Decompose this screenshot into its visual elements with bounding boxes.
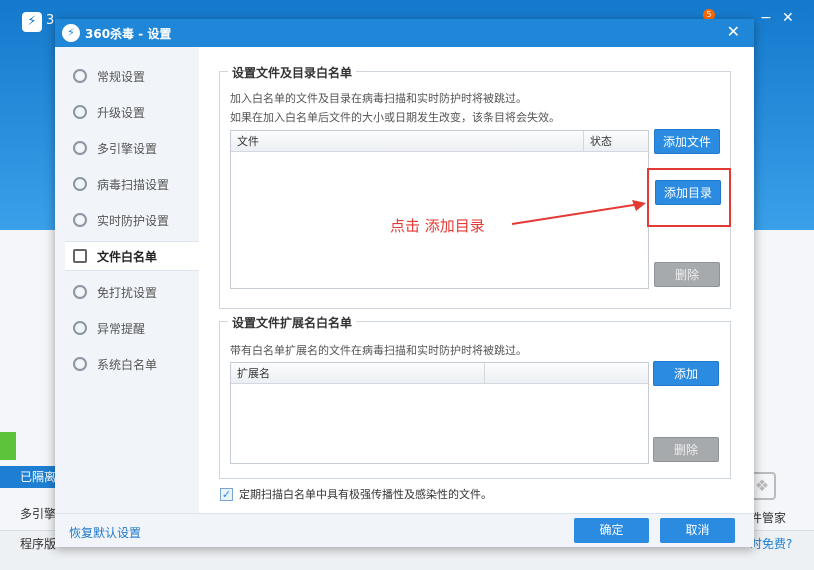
annotation-highlight-box xyxy=(647,168,731,227)
gear-icon xyxy=(73,69,87,83)
sidebar-item-system-whitelist[interactable]: 系统白名单 xyxy=(65,349,199,379)
bar-chart-icon xyxy=(73,321,87,335)
do-not-disturb-icon xyxy=(73,285,87,299)
sidebar-item-label: 多引擎设置 xyxy=(97,141,158,156)
sidebar-item-label: 升级设置 xyxy=(97,105,146,120)
cancel-button[interactable]: 取消 xyxy=(660,518,735,543)
sidebar-item-multi-engine[interactable]: 多引擎设置 xyxy=(65,133,199,163)
sidebar-item-label: 文件白名单 xyxy=(97,249,158,264)
periodic-scan-checkbox[interactable]: ✓ xyxy=(220,487,233,501)
program-version-label: 程序版 xyxy=(20,537,57,551)
sidebar-item-virus-scan[interactable]: 病毒扫描设置 xyxy=(65,169,199,199)
column-header-blank xyxy=(485,363,648,384)
dialog-title: 360杀毒 - 设置 xyxy=(85,27,172,41)
free-link[interactable]: 时免费? xyxy=(750,535,792,552)
dialog-footer: 恢复默认设置 确定 取消 xyxy=(55,513,754,547)
extension-whitelist-title: 设置文件扩展名白名单 xyxy=(228,314,357,331)
column-header-extension[interactable]: 扩展名 xyxy=(231,363,485,384)
extension-whitelist-table[interactable]: 扩展名 xyxy=(230,362,649,464)
column-header-status[interactable]: 状态 xyxy=(584,131,648,152)
dialog-close-button[interactable]: ✕ xyxy=(727,22,740,41)
minimize-button[interactable]: − xyxy=(760,10,772,26)
engines-label: 多引擎 xyxy=(20,507,57,521)
periodic-scan-checkbox-row[interactable]: ✓ 定期扫描白名单中具有极强传播性及感染性的文件。 xyxy=(220,486,492,502)
sidebar-item-label: 免打扰设置 xyxy=(97,285,158,300)
app-close-button[interactable]: ✕ xyxy=(782,10,794,26)
sidebar-item-label: 常规设置 xyxy=(97,69,146,84)
ok-button[interactable]: 确定 xyxy=(574,518,649,543)
tools-icon xyxy=(73,357,87,371)
file-delete-button[interactable]: 删除 xyxy=(654,262,720,287)
annotation-arrow-icon xyxy=(511,200,646,225)
shield-logo-icon: ⚡ xyxy=(62,24,80,42)
settings-sidebar: 常规设置 升级设置 多引擎设置 病毒扫描设置 实时防护设置 文件白名单 免打扰设… xyxy=(55,47,199,513)
engine-icon xyxy=(73,141,87,155)
document-icon xyxy=(73,249,87,263)
green-indicator xyxy=(0,432,16,460)
software-manager-label: 件管家 xyxy=(750,511,787,525)
app-logo-icon: ⚡ xyxy=(22,12,42,32)
sidebar-item-file-whitelist[interactable]: 文件白名单 xyxy=(65,241,199,271)
sidebar-item-label: 病毒扫描设置 xyxy=(97,177,170,192)
sidebar-item-general[interactable]: 常规设置 xyxy=(65,61,199,91)
app-title: 3 xyxy=(46,13,55,28)
sidebar-item-do-not-disturb[interactable]: 免打扰设置 xyxy=(65,277,199,307)
sidebar-item-realtime[interactable]: 实时防护设置 xyxy=(65,205,199,235)
sidebar-item-label: 系统白名单 xyxy=(97,357,158,372)
shield-icon xyxy=(73,213,87,227)
periodic-scan-label: 定期扫描白名单中具有极强传播性及感染性的文件。 xyxy=(239,488,492,501)
sidebar-item-label: 异常提醒 xyxy=(97,321,146,336)
add-file-button[interactable]: 添加文件 xyxy=(654,129,720,154)
extension-whitelist-desc: 带有白名单扩展名的文件在病毒扫描和实时防护时将被跳过。 xyxy=(230,344,527,357)
sidebar-item-alerts[interactable]: 异常提醒 xyxy=(65,313,199,343)
upload-icon xyxy=(73,105,87,119)
dialog-titlebar: ⚡ 360杀毒 - 设置 ✕ xyxy=(55,19,754,47)
column-header-file[interactable]: 文件 xyxy=(231,131,584,152)
file-whitelist-desc2: 如果在加入白名单后文件的大小或日期发生改变，该条目将会失效。 xyxy=(230,111,560,124)
file-whitelist-desc1: 加入白名单的文件及目录在病毒扫描和实时防护时将被跳过。 xyxy=(230,92,527,105)
add-extension-button[interactable]: 添加 xyxy=(653,361,719,386)
sidebar-item-label: 实时防护设置 xyxy=(97,213,170,228)
annotation-text: 点击 添加目录 xyxy=(390,217,485,235)
settings-dialog: ⚡ 360杀毒 - 设置 ✕ 常规设置 升级设置 多引擎设置 病毒扫描设置 实时… xyxy=(55,19,754,547)
sidebar-item-upgrade[interactable]: 升级设置 xyxy=(65,97,199,127)
quarantine-tab[interactable]: 已隔离 xyxy=(0,466,60,488)
restore-defaults-link[interactable]: 恢复默认设置 xyxy=(69,524,141,541)
file-whitelist-title: 设置文件及目录白名单 xyxy=(228,64,357,81)
extension-delete-button[interactable]: 删除 xyxy=(653,437,719,462)
search-icon xyxy=(73,177,87,191)
